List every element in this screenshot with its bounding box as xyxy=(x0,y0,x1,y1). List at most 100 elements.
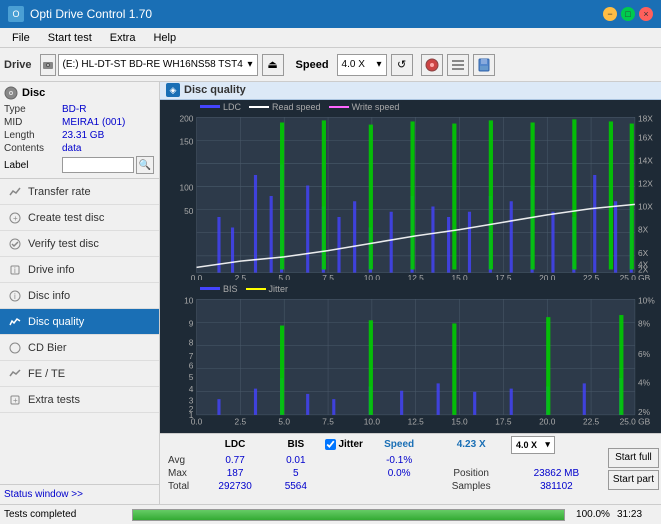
progress-bar-fill xyxy=(133,510,564,520)
table-row-avg: Avg 0.77 0.01 -0.1% xyxy=(164,454,602,467)
svg-text:4: 4 xyxy=(189,384,194,394)
disc-label-button[interactable]: 🔍 xyxy=(136,156,154,174)
col-header-bis: BIS xyxy=(270,436,321,454)
menubar: File Start test Extra Help xyxy=(0,28,661,48)
svg-text:i: i xyxy=(14,292,16,301)
sidebar-item-disc-info[interactable]: i Disc info xyxy=(0,283,159,309)
svg-text:10.0: 10.0 xyxy=(364,416,381,426)
read-speed-legend-color xyxy=(249,106,269,108)
refresh-button[interactable]: ↺ xyxy=(391,54,413,76)
sidebar-item-disc-quality[interactable]: Disc quality xyxy=(0,309,159,335)
verify-disc-icon xyxy=(8,237,22,251)
svg-text:6: 6 xyxy=(189,361,194,371)
speed-label: Speed xyxy=(296,59,329,71)
ldc-legend-label: LDC xyxy=(223,102,241,112)
ldc-legend-color xyxy=(200,105,220,108)
col-header-jitter-check[interactable]: Jitter xyxy=(321,436,366,454)
stats-table: LDC BIS Jitter Speed 4.23 X xyxy=(160,434,606,504)
bis-legend-label: BIS xyxy=(223,284,238,294)
drive-label: Drive xyxy=(4,59,32,71)
jitter-label: Jitter xyxy=(338,439,362,450)
transfer-rate-icon xyxy=(8,185,22,199)
speed-select[interactable]: 4.0 X ▾ xyxy=(337,54,387,76)
avg-speed-label xyxy=(431,454,511,467)
burn-button[interactable] xyxy=(421,54,443,76)
disc-section: Disc Type BD-R MID MEIRA1 (001) Length 2… xyxy=(0,82,159,179)
max-ldc: 187 xyxy=(200,467,270,480)
svg-text:18X: 18X xyxy=(638,113,653,123)
drive-info-icon: i xyxy=(8,263,22,277)
panel-title: Disc quality xyxy=(184,84,246,96)
sidebar-item-fe-te[interactable]: FE / TE xyxy=(0,361,159,387)
sidebar-item-transfer-rate[interactable]: Transfer rate xyxy=(0,179,159,205)
sidebar-item-cd-bier[interactable]: CD Bier xyxy=(0,335,159,361)
disc-label-input[interactable] xyxy=(62,157,134,173)
fe-te-icon xyxy=(8,367,22,381)
total-label: Total xyxy=(164,480,200,493)
mid-label: MID xyxy=(4,117,62,128)
stats-row: LDC BIS Jitter Speed 4.23 X xyxy=(160,433,661,504)
svg-text:22.5: 22.5 xyxy=(583,273,600,280)
bottom-chart-svg: 10 9 8 7 6 5 4 3 2 1 10% 8% 6% xyxy=(160,294,661,431)
create-disc-icon: + xyxy=(8,211,22,225)
svg-text:10: 10 xyxy=(184,295,194,305)
eject-button[interactable]: ⏏ xyxy=(262,54,284,76)
col-header-speed-val: 4.23 X xyxy=(431,436,511,454)
svg-text:10%: 10% xyxy=(638,295,655,305)
col-header-speed: Speed xyxy=(367,436,431,454)
avg-speed-val xyxy=(511,454,602,467)
table-row-total: Total 292730 5564 Samples 381102 xyxy=(164,480,602,493)
table-row-max: Max 187 5 0.0% Position 23862 MB xyxy=(164,467,602,480)
svg-text:7.5: 7.5 xyxy=(322,273,334,280)
menu-file[interactable]: File xyxy=(4,31,38,45)
type-value: BD-R xyxy=(62,104,155,115)
start-part-button[interactable]: Start part xyxy=(608,470,659,490)
total-samples-label: Samples xyxy=(431,480,511,493)
sidebar: Disc Type BD-R MID MEIRA1 (001) Length 2… xyxy=(0,82,160,504)
total-samples-val: 381102 xyxy=(511,480,602,493)
settings-button[interactable] xyxy=(447,54,469,76)
top-chart-svg: 200 150 100 50 18X 16X 14X 12X 10X 8X 6X… xyxy=(160,112,661,280)
total-ldc: 292730 xyxy=(200,480,270,493)
sidebar-item-create-test-disc[interactable]: + Create test disc xyxy=(0,205,159,231)
read-speed-legend-label: Read speed xyxy=(272,102,321,112)
svg-text:50: 50 xyxy=(184,206,194,216)
save-button[interactable] xyxy=(473,54,495,76)
start-full-button[interactable]: Start full xyxy=(608,448,659,468)
svg-text:9: 9 xyxy=(189,318,194,328)
bottom-bar: Tests completed 100.0% 31:23 xyxy=(0,504,661,524)
cd-bier-icon xyxy=(8,341,22,355)
menu-start-test[interactable]: Start test xyxy=(40,31,100,45)
svg-text:2.5: 2.5 xyxy=(235,416,247,426)
sidebar-item-verify-test-disc[interactable]: Verify test disc xyxy=(0,231,159,257)
sidebar-item-extra-tests[interactable]: + Extra tests xyxy=(0,387,159,413)
minimize-button[interactable]: − xyxy=(603,7,617,21)
svg-text:16X: 16X xyxy=(638,132,653,142)
svg-text:22.5: 22.5 xyxy=(583,416,600,426)
svg-text:25.0 GB: 25.0 GB xyxy=(620,416,651,426)
sidebar-item-drive-info[interactable]: i Drive info xyxy=(0,257,159,283)
svg-text:6%: 6% xyxy=(638,349,651,359)
disc-label-label: Label xyxy=(4,160,62,171)
menu-help[interactable]: Help xyxy=(145,31,184,45)
menu-extra[interactable]: Extra xyxy=(102,31,144,45)
svg-text:25.0 GB: 25.0 GB xyxy=(620,273,651,280)
maximize-button[interactable]: □ xyxy=(621,7,635,21)
progress-percent: 100.0% xyxy=(573,509,613,520)
contents-value: data xyxy=(62,143,155,154)
svg-text:200: 200 xyxy=(179,113,193,123)
status-window[interactable]: Status window >> xyxy=(0,484,159,504)
col-header-speed-select[interactable]: 4.0 X▾ xyxy=(511,436,602,454)
progress-bar xyxy=(132,509,565,521)
avg-jitter xyxy=(321,454,366,467)
status-text: Tests completed xyxy=(4,509,124,520)
write-speed-legend-color xyxy=(329,106,349,108)
close-button[interactable]: × xyxy=(639,7,653,21)
content-area: ◈ Disc quality LDC Read speed xyxy=(160,82,661,504)
jitter-checkbox[interactable] xyxy=(325,439,336,450)
drive-select[interactable]: (E:) HL-DT-ST BD-RE WH16NS58 TST4 ▾ xyxy=(58,54,258,76)
charts-container: LDC Read speed Write speed xyxy=(160,100,661,433)
svg-text:8: 8 xyxy=(189,337,194,347)
svg-text:6X: 6X xyxy=(638,248,649,258)
mid-value: MEIRA1 (001) xyxy=(62,117,155,128)
